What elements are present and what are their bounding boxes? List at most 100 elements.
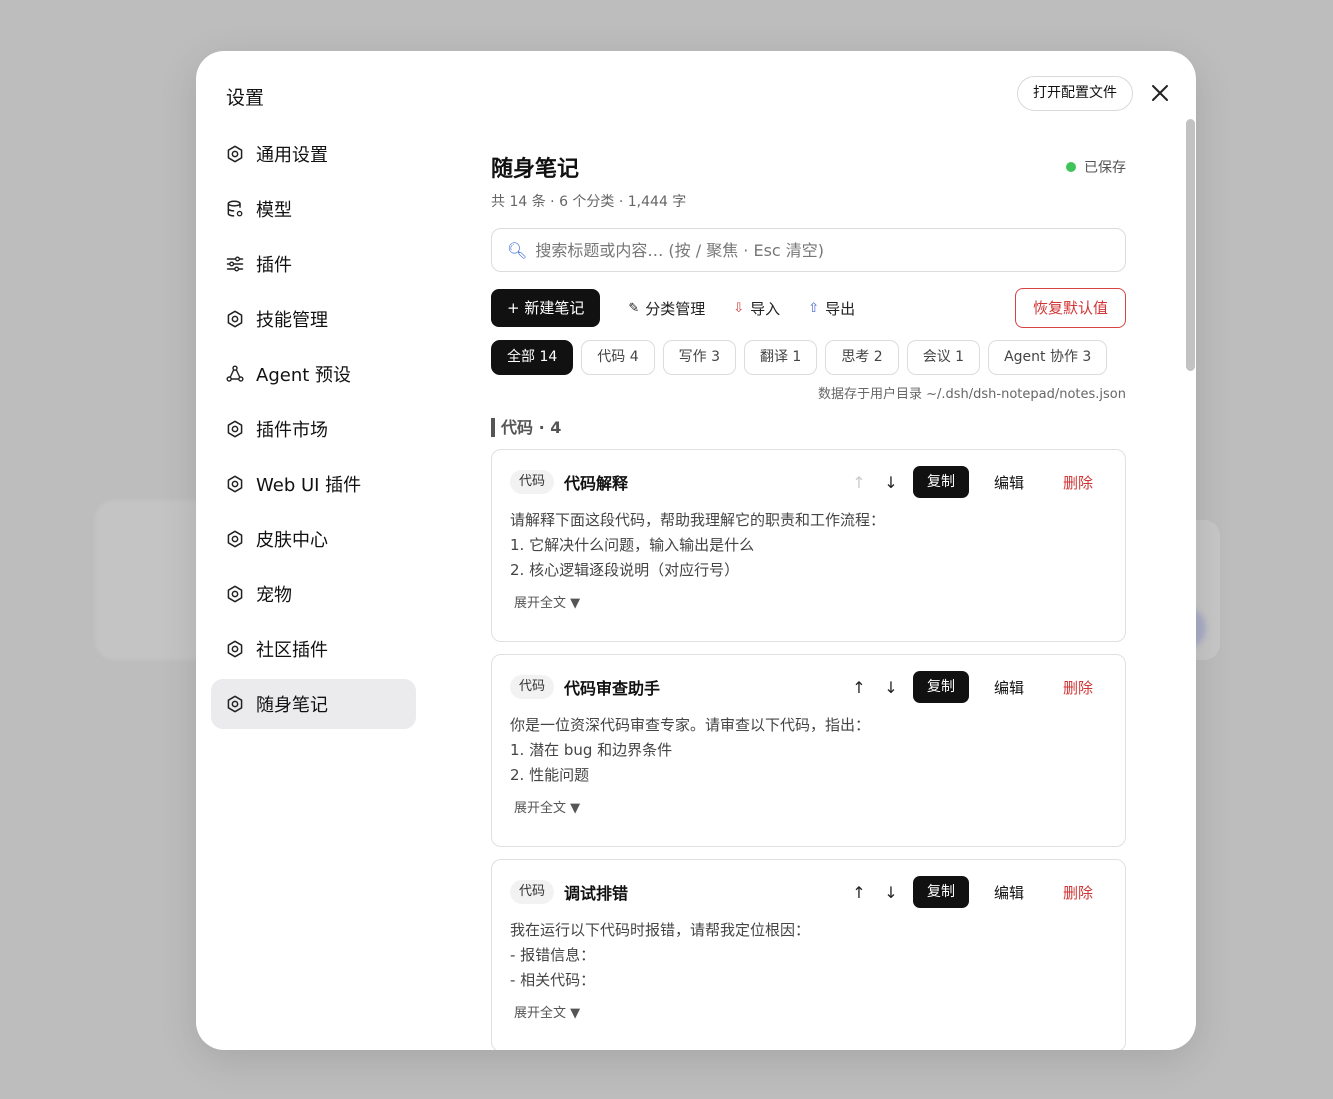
sidebar-item-plugins[interactable]: 插件 (211, 239, 416, 289)
copy-button[interactable]: 复制 (912, 466, 969, 498)
save-status: 已保存 (1066, 157, 1126, 177)
sidebar-item-agent-preset[interactable]: Agent 预设 (211, 349, 416, 399)
category-filters: 全部 14 代码 4 写作 3 翻译 1 思考 2 会议 1 Agent 协作 3 (491, 340, 1126, 375)
sidebar-item-skills[interactable]: 技能管理 (211, 294, 416, 344)
expand-button[interactable]: 展开全文 ▼ (510, 797, 1107, 816)
note-tag: 代码 (510, 675, 555, 699)
note-actions: ↑ ↓ 复制 编辑 删除 (839, 876, 1107, 908)
sidebar-item-notepad[interactable]: 随身笔记 (211, 679, 416, 729)
sidebar-item-model[interactable]: 模型 (211, 184, 416, 234)
move-down-button[interactable]: ↓ (879, 473, 903, 492)
note-preview: 请解释下面这段代码，帮助我理解它的职责和工作流程： 1. 它解决什么问题，输入输出… (510, 508, 1107, 586)
note-body-line: - 报错信息： (510, 946, 596, 964)
import-label: 导入 (750, 299, 781, 318)
gear-icon (225, 694, 245, 714)
sidebar-item-webui-plugin[interactable]: Web UI 插件 (211, 459, 416, 509)
note-tag: 代码 (510, 880, 555, 904)
sidebar-item-label: 随身笔记 (256, 695, 328, 716)
export-button[interactable]: ⇧ 导出 (808, 298, 855, 319)
database-icon (225, 199, 245, 219)
sidebar: 通用设置模型插件技能管理 Agent 预设 插件市场 Web UI 插件 皮肤中心宠物社… (211, 129, 416, 734)
sidebar-item-label: 模型 (256, 200, 292, 221)
search-box[interactable]: 🔍︎ (491, 228, 1126, 272)
note-body-line: 1. 潜在 bug 和边界条件 (510, 741, 673, 759)
sliders-icon (225, 254, 245, 274)
filter-chip[interactable]: 会议 1 (906, 340, 981, 375)
sidebar-item-label: Agent 预设 (256, 365, 352, 386)
sidebar-item-skin-center[interactable]: 皮肤中心 (211, 514, 416, 564)
section-heading: 代码 · 4 (491, 418, 1126, 437)
copy-button[interactable]: 复制 (912, 876, 969, 908)
scrollbar[interactable] (1186, 119, 1195, 371)
export-label: 导出 (825, 299, 856, 318)
note-preview: 我在运行以下代码时报错，请帮我定位根因： - 报错信息： - 相关代码： - 已尝试的… (510, 918, 1107, 996)
import-icon: ⇩ (733, 300, 745, 316)
reset-defaults-button[interactable]: 恢复默认值 (1014, 288, 1126, 328)
sidebar-item-label: 通用设置 (256, 145, 328, 166)
gear-icon (225, 639, 245, 659)
sidebar-item-label: 社区插件 (256, 640, 328, 661)
sidebar-item-pet[interactable]: 宠物 (211, 569, 416, 619)
agent-icon (225, 364, 245, 384)
note-card: 代码 代码解释 ↑ ↓ 复制 编辑 删除 请解释下面这段代码，帮助我理解它的职责… (491, 449, 1126, 642)
note-body-line: 请解释下面这段代码，帮助我理解它的职责和工作流程： (510, 511, 886, 529)
filter-chip[interactable]: Agent 协作 3 (988, 340, 1108, 375)
note-tag: 代码 (510, 470, 555, 494)
note-card: 代码 代码审查助手 ↑ ↓ 复制 编辑 删除 你是一位资深代码审查专家。请审查以… (491, 654, 1126, 847)
note-body-line: 你是一位资深代码审查专家。请审查以下代码，指出： (510, 716, 871, 734)
move-up-button[interactable]: ↑ (847, 678, 871, 697)
edit-button[interactable]: 编辑 (985, 882, 1033, 903)
gear-icon (225, 144, 245, 164)
note-body-line: 3. 关键数据结构与依赖关系 (510, 583, 1107, 586)
expand-button[interactable]: 展开全文 ▼ (510, 592, 1107, 611)
sidebar-item-label: 插件 (256, 255, 292, 276)
close-icon[interactable] (1148, 81, 1172, 105)
delete-button[interactable]: 删除 (1055, 677, 1107, 698)
save-status-label: 已保存 (1084, 160, 1126, 176)
edit-button[interactable]: 编辑 (985, 472, 1033, 493)
copy-button[interactable]: 复制 (912, 671, 969, 703)
pencil-icon: ✎ (628, 300, 640, 316)
move-down-button[interactable]: ↓ (879, 678, 903, 697)
sidebar-item-label: 技能管理 (256, 310, 328, 331)
filter-chip[interactable]: 思考 2 (825, 340, 899, 375)
sidebar-item-plugin-market[interactable]: 插件市场 (211, 404, 416, 454)
move-down-button[interactable]: ↓ (879, 883, 903, 902)
move-up-button[interactable]: ↑ (847, 473, 871, 492)
storage-note: 数据存于用户目录 ~/.dsh/dsh-notepad/notes.json (817, 387, 1126, 402)
sidebar-item-label: 皮肤中心 (256, 530, 328, 551)
import-button[interactable]: ⇩ 导入 (733, 298, 780, 319)
delete-button[interactable]: 删除 (1055, 882, 1107, 903)
export-icon: ⇧ (808, 300, 820, 316)
note-body-line: - 已尝试的排查： (510, 993, 1107, 996)
filter-chip[interactable]: 翻译 1 (743, 340, 818, 375)
note-title: 代码解释 (564, 474, 629, 493)
note-body-line: 2. 性能问题 (510, 766, 590, 784)
edit-button[interactable]: 编辑 (985, 677, 1033, 698)
note-body-line: 1. 它解决什么问题，输入输出是什么 (510, 536, 755, 554)
open-config-button[interactable]: 打开配置文件 (1017, 76, 1133, 111)
search-input[interactable] (535, 240, 1125, 260)
sidebar-item-general[interactable]: 通用设置 (211, 129, 416, 179)
settings-modal: 设置 打开配置文件 通用设置 模型 插件 技能管理 Agent 预设 插件市场 Web UI… (196, 51, 1196, 1050)
filter-chip[interactable]: 全部 14 (491, 340, 574, 375)
notes-panel: 随身笔记 已保存 共 14 条 · 6 个分类 · 1,444 字 🔍︎ + 新… (491, 151, 1126, 1050)
category-manage-button[interactable]: ✎ 分类管理 (628, 298, 705, 319)
filter-chip[interactable]: 写作 3 (662, 340, 736, 375)
new-note-button[interactable]: + 新建笔记 (491, 289, 601, 327)
status-dot-icon (1066, 162, 1076, 172)
note-body-line: 我在运行以下代码时报错，请帮我定位根因： (510, 921, 811, 939)
note-preview: 你是一位资深代码审查专家。请审查以下代码，指出： 1. 潜在 bug 和边界条件 2… (510, 713, 1107, 791)
delete-button[interactable]: 删除 (1055, 472, 1107, 493)
note-actions: ↑ ↓ 复制 编辑 删除 (839, 671, 1107, 703)
sidebar-item-label: Web UI 插件 (256, 475, 362, 496)
page-title: 随身笔记 (491, 157, 580, 182)
sidebar-item-community-plugin[interactable]: 社区插件 (211, 624, 416, 674)
sidebar-item-label: 插件市场 (256, 420, 328, 441)
filter-chip[interactable]: 代码 4 (581, 340, 655, 375)
toolbar: + 新建笔记 ✎ 分类管理 ⇩ 导入 ⇧ 导出 恢复默认值 (491, 288, 1126, 328)
notes-list: 代码 代码解释 ↑ ↓ 复制 编辑 删除 请解释下面这段代码，帮助我理解它的职责… (491, 449, 1126, 1050)
move-up-button[interactable]: ↑ (847, 883, 871, 902)
expand-button[interactable]: 展开全文 ▼ (510, 1002, 1107, 1021)
search-icon: 🔍︎ (507, 240, 528, 260)
